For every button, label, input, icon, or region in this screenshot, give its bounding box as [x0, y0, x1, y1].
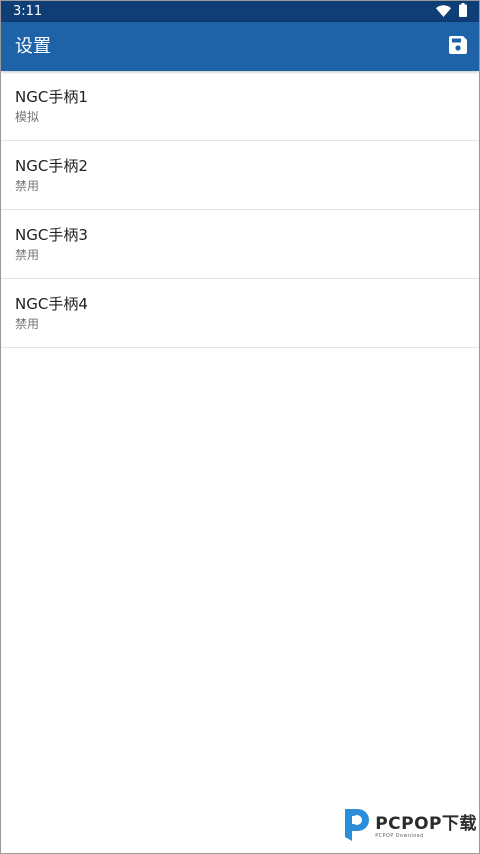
list-item-title: NGC手柄3	[15, 226, 88, 244]
status-icons	[436, 2, 467, 21]
pcpop-logo-icon	[341, 807, 371, 847]
page-title: 设置	[15, 36, 51, 57]
list-item-title: NGC手柄2	[15, 157, 88, 175]
list-item-subtitle: 禁用	[15, 179, 40, 193]
watermark-text: PCPOP下载	[375, 814, 477, 834]
watermark: PCPOP下载 PCPOP Download	[341, 807, 477, 847]
list-item-subtitle: 禁用	[15, 317, 40, 331]
list-item-title: NGC手柄4	[15, 295, 88, 313]
list-item-subtitle: 模拟	[15, 110, 40, 124]
list-item-title: NGC手柄1	[15, 88, 88, 106]
list-item-ngc-controller-1[interactable]: NGC手柄1 模拟	[1, 72, 479, 141]
battery-icon	[459, 2, 467, 21]
settings-screen: 3:11 设置 NGC手柄1 模拟 NGC手柄2 禁用 NGC手柄3 禁用 NG…	[0, 0, 480, 854]
watermark-text-block: PCPOP下载 PCPOP Download	[375, 815, 477, 839]
list-item-subtitle: 禁用	[15, 248, 40, 262]
watermark-subtext: PCPOP Download	[375, 833, 424, 839]
list-item-ngc-controller-3[interactable]: NGC手柄3 禁用	[1, 210, 479, 279]
save-button[interactable]	[445, 34, 471, 60]
app-bar: 设置	[1, 22, 479, 71]
list-item-ngc-controller-2[interactable]: NGC手柄2 禁用	[1, 141, 479, 210]
status-bar: 3:11	[1, 1, 479, 22]
save-icon	[449, 36, 467, 58]
status-time: 3:11	[13, 4, 43, 19]
list-item-ngc-controller-4[interactable]: NGC手柄4 禁用	[1, 279, 479, 348]
settings-list: NGC手柄1 模拟 NGC手柄2 禁用 NGC手柄3 禁用 NGC手柄4 禁用	[1, 72, 479, 348]
wifi-icon	[436, 2, 451, 21]
